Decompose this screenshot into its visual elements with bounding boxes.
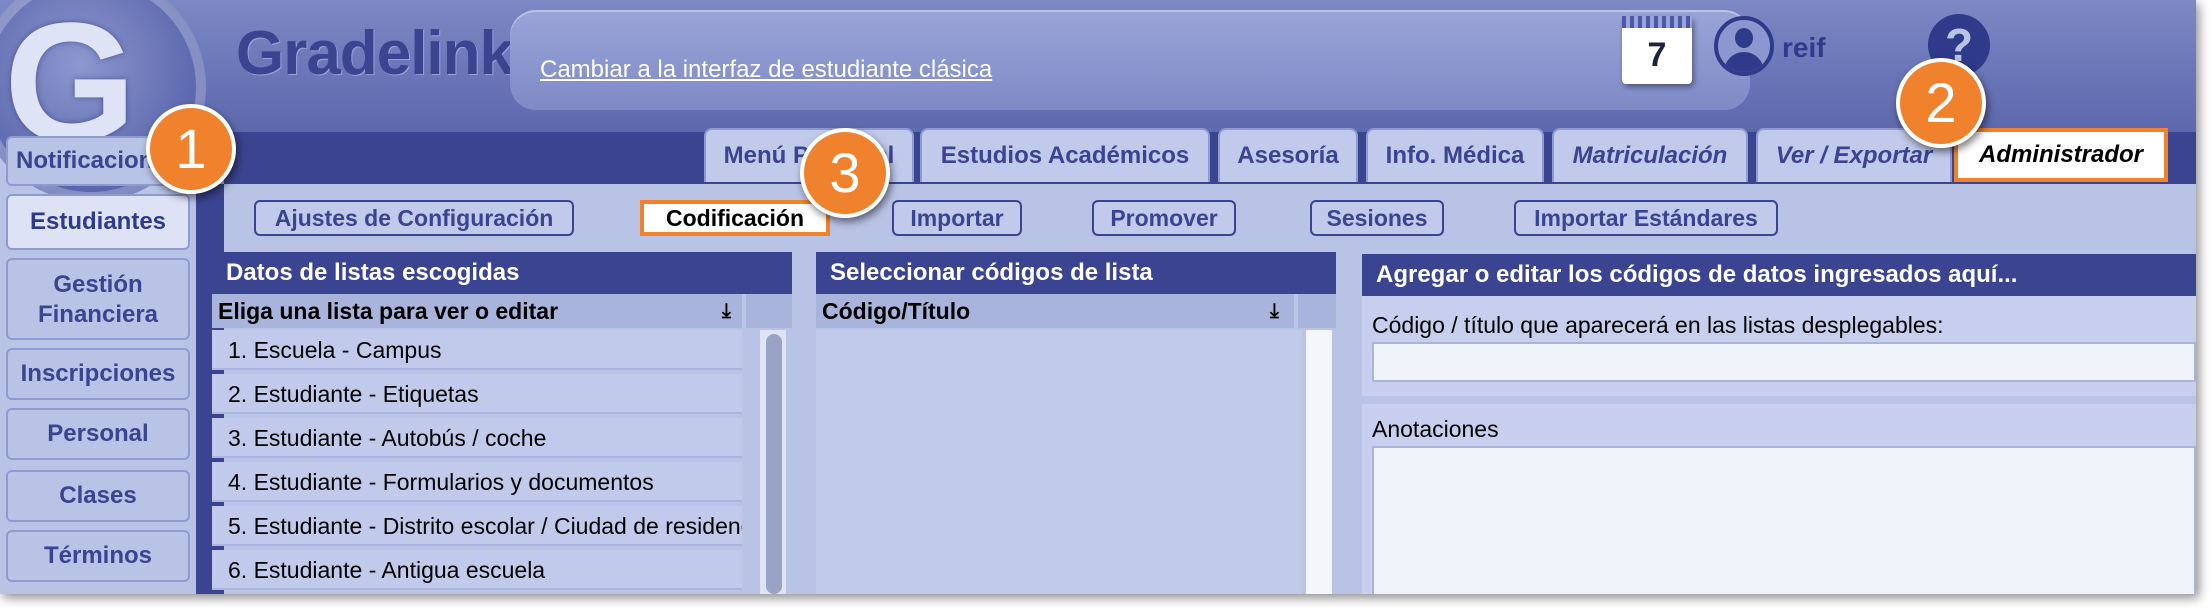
tab-estudios-academicos[interactable]: Estudios Académicos [920, 128, 1210, 182]
subnav-importar-estandares[interactable]: Importar Estándares [1514, 200, 1778, 236]
sort-pin-icon[interactable]: ⤓ [722, 294, 731, 328]
codes-scrollbar[interactable] [1306, 330, 1332, 594]
subnav-importar[interactable]: Importar [892, 200, 1022, 236]
header: G Gradelink Cambiar a la interfaz de est… [0, 0, 2196, 202]
lists-column-spacer [746, 294, 792, 328]
sort-pin-icon[interactable]: ⤓ [1270, 294, 1279, 328]
notes-label: Anotaciones [1372, 416, 1499, 442]
lists-scrollbar-thumb[interactable] [766, 334, 782, 594]
code-title-input[interactable] [1372, 342, 2196, 382]
lists-panel-title: Datos de listas escogidas [212, 252, 792, 294]
notes-textarea[interactable] [1372, 446, 2196, 594]
lists-column-header[interactable]: Eliga una lista para ver o editar ⤓ [212, 294, 742, 328]
callout-badge-1: 1 [146, 104, 236, 194]
codes-column-spacer [1298, 294, 1336, 328]
list-item[interactable]: 5. Estudiante - Distrito escolar / Ciuda… [212, 506, 742, 546]
lists-column-label: Eliga una lista para ver o editar [218, 298, 559, 324]
codes-column-label: Código/Título [822, 298, 971, 324]
codes-list[interactable] [816, 330, 1302, 594]
list-item[interactable]: 1. Escuela - Campus [212, 330, 742, 370]
subnav-ajustes-configuracion[interactable]: Ajustes de Configuración [254, 200, 574, 236]
sidebar-item-inscripciones[interactable]: Inscripciones [6, 348, 190, 400]
callout-badge-2: 2 [1896, 58, 1986, 148]
app-window: G Gradelink Cambiar a la interfaz de est… [0, 0, 2196, 594]
sidebar-item-gestion-financiera[interactable]: Gestión Financiera [6, 258, 190, 340]
sidebar-item-personal[interactable]: Personal [6, 408, 190, 460]
list-item[interactable]: 2. Estudiante - Etiquetas [212, 374, 742, 414]
code-field-label: Código / título que aparecerá en las lis… [1372, 312, 1944, 338]
tab-matriculacion[interactable]: Matriculación [1552, 128, 1748, 182]
tab-info-medica[interactable]: Info. Médica [1366, 128, 1544, 182]
tab-asesoria[interactable]: Asesoría [1218, 128, 1358, 182]
list-item[interactable]: 4. Estudiante - Formularios y documentos [212, 462, 742, 502]
tab-administrador[interactable]: Administrador [1954, 128, 2168, 182]
sidebar-item-clases[interactable]: Clases [6, 470, 190, 522]
username[interactable]: reif [1782, 32, 1826, 64]
subnav-promover[interactable]: Promover [1092, 200, 1236, 236]
sidebar-item-estudiantes[interactable]: Estudiantes [6, 194, 190, 250]
subnav-sesiones[interactable]: Sesiones [1310, 200, 1444, 236]
user-avatar-icon[interactable] [1714, 16, 1774, 76]
subnav-codificacion[interactable]: Codificación [640, 200, 830, 236]
sidebar-item-terminos[interactable]: Términos [6, 530, 190, 582]
classic-interface-link[interactable]: Cambiar a la interfaz de estudiante clás… [540, 56, 992, 84]
editor-panel-title: Agregar o editar los códigos de datos in… [1362, 254, 2196, 296]
calendar-day: 7 [1647, 36, 1667, 74]
codes-panel-title: Seleccionar códigos de lista [816, 252, 1336, 294]
callout-badge-3: 3 [800, 128, 890, 218]
brand-name: Gradelink [236, 19, 514, 88]
list-item[interactable]: 6. Estudiante - Antigua escuela [212, 550, 742, 590]
calendar-icon[interactable]: 7 [1622, 16, 1692, 84]
list-item[interactable]: 3. Estudiante - Autobús / coche [212, 418, 742, 458]
codes-column-header[interactable]: Código/Título ⤓ [816, 294, 1294, 328]
